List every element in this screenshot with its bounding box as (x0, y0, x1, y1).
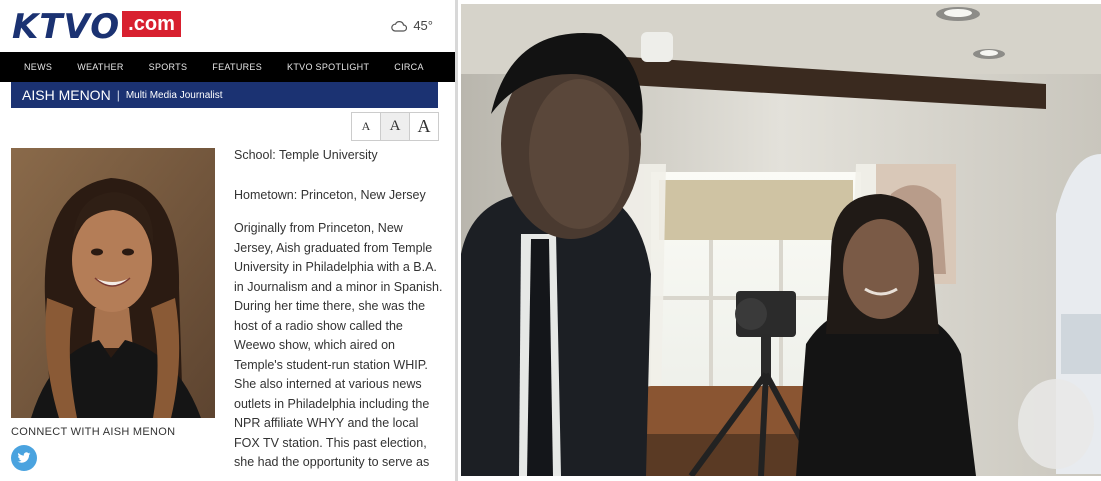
twitter-icon (17, 452, 31, 463)
nameplate-divider: | (116, 88, 120, 102)
nav-news[interactable]: News (24, 62, 52, 72)
twitter-button[interactable] (11, 445, 37, 471)
logo-ktvo-text: KTVO (12, 7, 121, 47)
site-logo[interactable]: KTVO .com (12, 10, 181, 44)
profile-school: School: Temple University (234, 148, 378, 162)
nav-circa[interactable]: Circa (394, 62, 424, 72)
weather-widget[interactable]: 45° (391, 18, 433, 33)
profile-hometown: Hometown: Princeton, New Jersey (234, 187, 426, 202)
text-size-small-button[interactable]: A (352, 113, 381, 140)
cloud-icon (391, 20, 408, 32)
profile-bio: School: Temple University Hometown: Prin… (234, 146, 444, 473)
profile-photo (11, 148, 215, 418)
text-size-large-button[interactable]: A (410, 113, 438, 140)
ktvo-profile-page: KTVO .com 45° News Weather Sports Featur… (0, 0, 458, 481)
connect-label: CONNECT WITH AISH MENON (11, 426, 176, 438)
webcam-video-frame (461, 4, 1101, 476)
nav-ktvo-spotlight[interactable]: KTVO Spotlight (287, 62, 369, 72)
nav-weather[interactable]: Weather (77, 62, 123, 72)
text-size-controls: A A A (351, 112, 439, 141)
profile-bio-text: Originally from Princeton, New Jersey, A… (234, 221, 443, 469)
profile-role: Multi Media Journalist (125, 89, 223, 101)
logo-domain-text: .com (122, 11, 181, 37)
main-nav: News Weather Sports Features KTVO Spotli… (0, 52, 455, 82)
nav-sports[interactable]: Sports (149, 62, 188, 72)
nav-features[interactable]: Features (212, 62, 262, 72)
text-size-medium-button[interactable]: A (381, 113, 410, 140)
profile-nameplate: AISH MENON | Multi Media Journalist (11, 82, 438, 108)
profile-name: AISH MENON (22, 87, 111, 103)
weather-temperature: 45° (413, 18, 433, 33)
